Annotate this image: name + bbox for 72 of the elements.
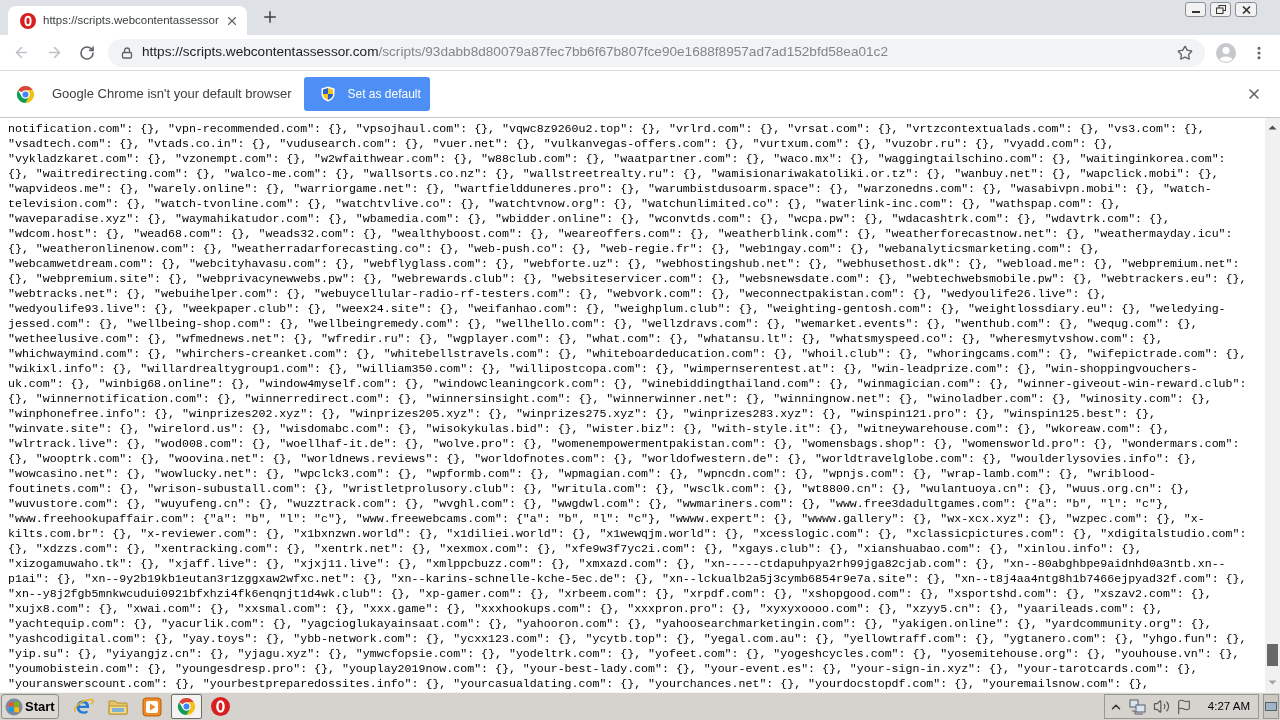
- windows-flag-icon: [5, 697, 23, 716]
- url-text: https://scripts.webcontentassessor.com/scripts/93dabb8d80079a87fec7bb6f67b807fce90e1688f8957ad7ad152bfd58ea01c2: [142, 43, 888, 62]
- text-line: "www.freehookupaffair.com": {"a": "b", "l": "c"}, "www.freewebcams.com": {"a": "b", "l": "c"}, "wwww.expert": {}, "wwww.gallery": {}, "wx-xcx.xyz": {}, "wzpec.com": {}, "x-: [8, 511, 1205, 526]
- bookmark-star-icon[interactable]: [1177, 44, 1193, 61]
- text-line: "waveparadise.xyz": {}, "waymahikatudor.com": {}, "wbamedia.com": {}, "wbidder.online": {}, "wconvtds.com": {}, "wcpa.pw": {}, "wdacashtrk.com": {}, "wdavtrk.com": {},: [8, 211, 1170, 226]
- taskbar-app-button[interactable]: [170, 694, 202, 719]
- text-line: "wdcom.host": {}, "wead68.com": {}, "weads32.com": {}, "wealthyboost.com": {}, "weareoffers.com": {}, "weatherblink.com": {}, "weatherforecastnow.net": {}, "weathermayday.icu":: [8, 226, 1233, 241]
- text-line: notification.com": {}, "vpn-recommended.com": {}, "vpsojhaul.com": {}, "vqwc8z9260u2.top": {}, "vrlrd.com": {}, "vrsat.com": {}, "vrtzcontextualads.com": {}, "vs3.com": {},: [8, 121, 1205, 136]
- text-line: kilts.com.br": {}, "x-reviewer.com": {}, "x1bxnzwn.world": {}, "x1diliei.world": {}, "x1wewqjm.world": {}, "xcesslogic.com": {}, "xclassicpictures.com": {}, "xdigitalstudio.com":: [8, 526, 1247, 541]
- restore-icon: [1215, 5, 1226, 14]
- text-line: "vsadtech.com": {}, "vtads.co.in": {}, "vudusearch.com": {}, "vuer.net": {}, "vulkanvegas-offers.com": {}, "vurtxum.com": {}, "vuzobr.ru": {}, "vyadd.com": {},: [8, 136, 1115, 151]
- text-line: foutinets.com": {}, "wrison-subustall.com": {}, "wristletprolusory.club": {}, "writula.com": {}, "wsclk.com": {}, "wt8800.cn": {}, "wulantuoya.cn": {}, "wuus.org.cn": {},: [8, 481, 1191, 496]
- text-line: "winvate.site": {}, "wirelord.us": {}, "wisdomabc.com": {}, "wisokykulas.bid": {}, "wister.biz": {}, "with-style.it": {}, "witneywarehouse.com": {}, "wkoreaw.com": {},: [8, 421, 1170, 436]
- text-line: "xn--y8j2fgb5mnkwcudui0921bfxhzi4fk6enqnjt1d4wk.club": {}, "xp-gamer.com": {}, "xrbeem.com": {}, "xrpdf.com": {}, "xshopgood.com": {}, "xsportshd.com": {}, "xszav2.com": {},: [8, 586, 1212, 601]
- text-line: "wapvideos.me": {}, "warely.online": {}, "warriorgame.net": {}, "wartfieldduneres.pro": {}, "warumbistdusoarm.space": {}, "warzonedns.com": {}, "wasabivpn.mobi": {}, "watch-: [8, 181, 1212, 196]
- scrollbar[interactable]: [1265, 118, 1280, 692]
- desktop-icon: [1265, 701, 1277, 712]
- text-line: "webcamwetdream.com": {}, "webcityhavasu.com": {}, "webflyglass.com": {}, "webforte.uz": {}, "webhostingshub.net": {}, "webhusethost.dk": {}, "webload.me": {}, "webpremium.net":: [8, 256, 1240, 271]
- text-line: "whichwaymind.com": {}, "whirchers-creanket.com": {}, "whitebellstravels.com": {}, "whiteboardeducation.com": {}, "whoil.club": {}, "whoringcams.com": {}, "wifepictrade.com": {},: [8, 346, 1247, 361]
- minimize-icon: [1191, 11, 1200, 13]
- text-line: "wlrtrack.live": {}, "wod008.com": {}, "woellhaf-it.de": {}, "wolve.pro": {}, "womenempowermentpakistan.com": {}, "womensbags.shop": {}, "womensworld.pro": {}, "wondermars.com":: [8, 436, 1240, 451]
- show-desktop-button[interactable]: [1263, 694, 1279, 719]
- close-icon: [1241, 5, 1251, 14]
- text-line: "yashcodigital.com": {}, "yay.toys": {}, "ybb-network.com": {}, "ycxx123.com": {}, "ycytb.top": {}, "yegal.com.au": {}, "yellowtraff.com": {}, "ygtanero.com": {}, "yhgo.fun": {},: [8, 631, 1247, 646]
- text-line: {}, "xdzzs.com": {}, "xentracking.com": {}, "xentrk.net": {}, "xexmox.com": {}, "xfe9w3f7yc2i.com": {}, "xgays.club": {}, "xianshuabao.com": {}, "xinlou.info": {},: [8, 541, 1143, 556]
- ring-logo-icon: [20, 12, 36, 29]
- text-line: uk.com": {}, "winbig68.online": {}, "window4myself.com": {}, "windowcleaningcork.com": {}, "winebiddingthailand.com": {}, "winmagician.com": {}, "winner-giveout-win-reward.club":: [8, 376, 1247, 391]
- text-line: p1ai": {}, "xn--9y2b19kb1eutan3r1zggxaw2wfxc.net": {}, "xn--karins-schnelle-kche-5ec.de": {}, "xn--lckualb2a5j3cymb6854r9e7a.site": {}, "xn--t8j4aa4ntg8h1b7466ejpyad32f.com": {},: [8, 571, 1247, 586]
- text-line: "youmobistein.com": {}, "youngesdresp.pro": {}, "youplay2019now.com": {}, "your-best-lady.com": {}, "your-event.es": {}, "your-sign-in.xyz": {}, "your-tarotcards.com": {},: [8, 661, 1198, 676]
- scroll-thumb[interactable]: [1267, 644, 1278, 666]
- close-icon[interactable]: [1246, 86, 1262, 102]
- text-line: "yachtequip.com": {}, "yacurlik.com": {}, "yagcioglukayainsaat.com": {}, "yahooron.com": {}, "yahoosearchmarketingin.com": {}, "yakigen.online": {}, "yardcommunity.org": {},: [8, 616, 1212, 631]
- text-line: "xujx8.com": {}, "xwai.com": {}, "xxsmal.com": {}, "xxx.game": {}, "xxxhookups.com": {}, "xxxpron.pro": {}, "xyxyxoooo.com": {}, "xzyy5.cn": {}, "yaarileads.com": {},: [8, 601, 1163, 616]
- minimize-button[interactable]: [1185, 2, 1206, 17]
- text-line: {}, "webpremium.site": {}, "webprivacynewwebs.pw": {}, "webrewards.club": {}, "websiteservicer.com": {}, "websnewsdate.com": {}, "webtechwebsmobile.pw": {}, "webtrackers.eu": {},: [8, 271, 1247, 286]
- browser-logo-icon: [176, 697, 196, 716]
- address-bar[interactable]: https://scripts.webcontentassessor.com/scripts/93dabb8d80079a87fec7bb6f67b807fce90e1688f8957ad7ad152bfd58ea01c2: [108, 38, 1205, 67]
- text-line: "vykladzkaret.com": {}, "vzonempt.com": {}, "w2wfaithwear.com": {}, "w88club.com": {}, "waatpartner.com": {}, "waco.mx": {}, "waggingtailschino.com": {}, "waitinginkorea.com":: [8, 151, 1226, 166]
- browser-tab[interactable]: https://scripts.webcontentassessor: [8, 6, 247, 35]
- reload-icon: [79, 44, 95, 61]
- avatar-icon: [1216, 42, 1236, 63]
- folder-icon: [108, 697, 129, 716]
- text-line: "yip.su": {}, "yiyangjz.cn": {}, "yjagu.xyz": {}, "ymwcfopsie.com": {}, "yodeltrk.com": {}, "yofeet.com": {}, "yogeshcycles.com": {}, "yosemitehouse.org": {}, "youhouse.vn": {},: [8, 646, 1240, 661]
- text-line: "wetheelusive.com": {}, "wfmednews.net": {}, "wfredir.ru": {}, "wgplayer.com": {}, "what.com": {}, "whatansu.lt": {}, "whatsmyspeed.co": {}, "wheresmytvshow.com": {},: [8, 331, 1163, 346]
- text-line: {}, "wooptrk.com": {}, "woovina.net": {}, "worldnews.reviews": {}, "worldofnotes.com": {}, "worldofwestern.de": {}, "worldtravelglobe.com": {}, "woulderlysovies.info": {},: [8, 451, 1198, 466]
- text-line: "xizogamuwaho.tk": {}, "xjaff.live": {}, "xjxj11.live": {}, "xmlppcbuzz.com": {}, "xmxazd.com": {}, "xn-----ctdapuhpya2rh99jga82cjab.com": {}, "xn--80abghbpe9aidnhd0a3ntb.xn--: [8, 556, 1226, 571]
- shield-icon: [321, 86, 336, 102]
- text-line: jessed.com": {}, "wellbeing-shop.com": {}, "wellbeingremedy.com": {}, "wellhello.com": {}, "wellzdravs.com": {}, "wemarket.events": {}, "wenthub.com": {}, "wequg.com": {},: [8, 316, 1198, 331]
- speaker-icon[interactable]: [1152, 698, 1170, 715]
- text-line: "winphonefree.info": {}, "winprizes202.xyz": {}, "winprizes205.xyz": {}, "winprizes275.xyz": {}, "winprizes283.xyz": {}, "winspin121.pro": {}, "winspin125.best": {},: [8, 406, 1156, 421]
- infobar-message: Google Chrome isn't your default browser: [52, 85, 292, 104]
- text-line: television.com": {}, "watch-tvonline.com": {}, "watchtvlive.co": {}, "watchtvnow.org": {}, "watchunlimited.co": {}, "waterlink-inc.com": {}, "wathspap.com": {},: [8, 196, 1122, 211]
- tab-title: https://scripts.webcontentassessor: [43, 12, 219, 28]
- browser-e-icon: [74, 696, 95, 717]
- text-line: "youranswerscount.com": {}, "yourbestpreparedossites.info": {}, "yourcasualdating.com": {}, "yourchances.net": {}, "yourdocstopdf.com": {}, "youremailsnow.com": {},: [8, 676, 1149, 691]
- text-line: {}, "waitredirecting.com": {}, "walco-me.com": {}, "wallsorts.co.nz": {}, "wallstreetrealty.ru": {}, "wamisionariwakatoliki.or.tz": {}, "wanbuy.net": {}, "wapclick.mobi": {},: [8, 166, 1219, 181]
- network-icon[interactable]: [1128, 698, 1147, 715]
- text-line: {}, "winnernotification.com": {}, "winnerredirect.com": {}, "winnersinsight.com": {}, "winnerwinner.net": {}, "winningnow.net": {}, "winoladber.com": {}, "winosity.com": {},: [8, 391, 1212, 406]
- text-line: "webtracks.net": {}, "webuihelper.com": {}, "webuycellular-radio-rf-testers.com": {}, "webvork.com": {}, "weconnectpakistan.com": {}, "wedyoulife26.live": {},: [8, 286, 1108, 301]
- text-line: {}, "weatheronlinenow.com": {}, "weatherradarforecasting.co": {}, "web-push.co": {}, "web-regie.fr": {}, "web1ngay.com": {}, "webanalyticsmarketing.com": {},: [8, 241, 1101, 256]
- browser-logo-icon: [16, 84, 35, 104]
- lock-icon: [121, 46, 133, 59]
- text-line: "wikixl.info": {}, "willardrealtygroup1.com": {}, "william350.com": {}, "willipostcopa.com": {}, "wimpernserentest.at": {}, "win-leadprize.com": {}, "win-shoppingvouchers-: [8, 361, 1198, 376]
- play-icon: [142, 696, 163, 717]
- text-line: "wedyoulife93.live": {}, "weekpaper.club": {}, "weex24.site": {}, "weifanhao.com": {}, "weighplum.club": {}, "weighting-gentosh.com": {}, "weightlossdiary.eu": {}, "weledying-: [8, 301, 1226, 316]
- text-line: "wuvustore.com": {}, "wuyufeng.cn": {}, "wuzztrack.com": {}, "wvghl.com": {}, "wwgdwl.com": {}, "wwmariners.com": {}, "www.free3dadultgames.com": {"a": "b", "l": "c"},: [8, 496, 1170, 511]
- start-button[interactable]: Start: [1, 694, 59, 719]
- text-line: "wowcasino.net": {}, "wowlucky.net": {}, "wpclck3.com": {}, "wpformb.com": {}, "wpmagian.com": {}, "wpncdn.com": {}, "wpnjs.com": {}, "wrap-lamb.com": {}, "wriblood-: [8, 466, 1156, 481]
- close-button[interactable]: [1235, 2, 1257, 17]
- ring-logo-icon: [210, 697, 230, 716]
- flag-icon[interactable]: [1175, 698, 1192, 715]
- restore-button[interactable]: [1210, 2, 1231, 17]
